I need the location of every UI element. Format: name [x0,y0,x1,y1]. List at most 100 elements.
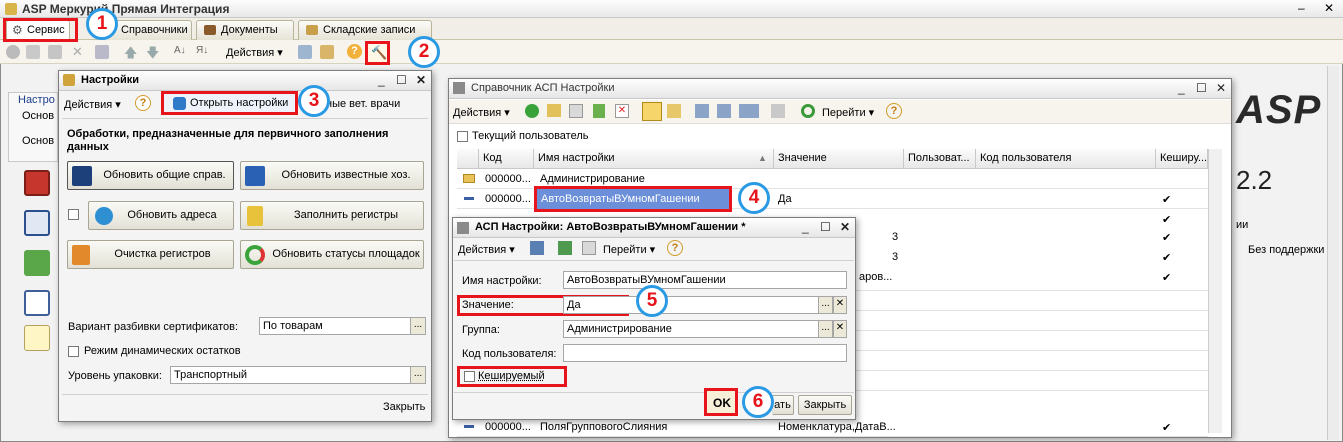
tab-warehouse[interactable]: Складские записи [298,20,432,40]
col-icon[interactable] [457,149,479,169]
selected-setting-name-cell[interactable]: АвтоВозвратыВУмномГашении [534,186,732,212]
cert-split-select-button[interactable]: ... [410,317,426,335]
export-icon[interactable] [320,45,334,59]
update-addresses-checkbox[interactable] [68,209,79,220]
edit-actions-menu[interactable]: Действия ▾ [458,243,515,256]
col-value[interactable]: Значение [774,149,904,169]
edit-close-icon[interactable]: ✕ [840,220,850,234]
main-scrollbar[interactable] [1327,66,1339,440]
edit-maximize-icon[interactable]: ☐ [820,220,831,234]
main-actions-menu[interactable]: Действия ▾ [226,46,283,59]
window-close-icon[interactable]: ✕ [1324,1,1334,15]
current-user-checkbox[interactable] [457,131,468,142]
window-minimize-icon[interactable]: – [1298,1,1305,15]
col-cached[interactable]: Кеширу... [1156,149,1208,169]
add-icon[interactable] [6,45,20,59]
edit-icon[interactable] [48,45,62,59]
dir-filter-icon[interactable] [695,104,709,118]
edit-help-icon[interactable]: ? [667,240,683,256]
dir-copy-icon[interactable] [569,104,583,118]
save-icon[interactable] [95,45,109,59]
clear-registers-button[interactable]: Очистка регистров [67,240,234,269]
vet-tab-label[interactable]: ные вет. врачи [326,98,400,110]
value-field[interactable]: Да [563,296,819,314]
graduation-cap-icon[interactable] [24,325,50,351]
dir-add-icon[interactable] [525,104,539,118]
packaging-field[interactable]: Транспортный [170,366,411,384]
dir-level-up-icon[interactable] [667,104,681,118]
sort-desc-icon[interactable]: Я↓ [196,45,208,56]
delete-icon[interactable]: ✕ [72,44,83,60]
arrow-up-icon[interactable]: 🡅 [124,44,137,66]
import-icon[interactable] [298,45,312,59]
table-grid-line-2 [854,310,1208,311]
clipboard-icon[interactable] [24,210,50,236]
settings-maximize-icon[interactable]: ☐ [396,73,407,87]
fill-registers-button[interactable]: Заполнить регистры [240,201,424,230]
group-field[interactable]: Администрирование [563,320,819,338]
table-grid-line-4 [854,350,1208,351]
col-code[interactable]: Код [479,149,534,169]
edit-goto-menu[interactable]: Перейти ▾ [603,243,655,256]
cached-checkbox[interactable] [464,371,475,382]
puzzle-icon[interactable] [24,250,50,276]
settings-actions-menu[interactable]: Действия ▾ [64,98,121,111]
update-general-button[interactable]: Обновить общие справ. [67,161,234,190]
write-button[interactable]: ать [772,395,794,415]
edit-copy-icon[interactable] [582,241,596,255]
settings-tool-button-highlight[interactable]: 🔨 [365,41,390,65]
sort-asc-icon[interactable]: A↓ [174,45,186,56]
copy-icon[interactable] [26,45,40,59]
col-name[interactable]: Имя настройки [534,149,774,169]
edit-save-icon[interactable] [558,241,572,255]
col-user-code[interactable]: Код пользователя [976,149,1156,169]
settings-help-icon[interactable]: ? [135,95,151,111]
edit-save-close-icon[interactable] [530,241,544,255]
window-list-icon[interactable] [24,290,50,316]
value-select-button[interactable]: ... [818,296,833,314]
table-row[interactable]: 000000... ПоляГрупповогоСлияния Номенкла… [457,417,1208,437]
dir-filter-value-icon[interactable] [717,104,731,118]
arrow-down-icon[interactable]: 🡇 [146,44,159,66]
dir-edit-icon[interactable] [593,104,605,118]
dir-filter-clear-icon[interactable] [771,104,785,118]
row-code: 000000... [485,421,531,433]
cert-split-field[interactable]: По товарам [259,317,411,335]
dir-refresh-icon[interactable] [801,104,815,118]
settings-close-button[interactable]: Закрыть [383,401,425,413]
edit-close-button[interactable]: Закрыть [798,395,852,415]
dir-hierarchy-icon[interactable] [642,102,662,121]
help-icon[interactable]: ? [347,44,362,59]
dir-filter-list-icon[interactable] [739,104,759,118]
update-site-statuses-button[interactable]: Обновить статусы площадок [240,240,424,269]
col-user[interactable]: Пользоват... [904,149,976,169]
group-clear-button[interactable]: ✕ [833,320,847,338]
dynamic-stock-checkbox[interactable] [68,346,79,357]
group-select-button[interactable]: ... [818,320,833,338]
settings-close-icon[interactable]: ✕ [416,73,426,87]
table-scrollbar[interactable] [1208,149,1222,433]
dir-add-folder-icon[interactable] [547,104,561,117]
directory-minimize-icon[interactable]: _ [1178,81,1185,95]
setting-name-field[interactable]: АвтоВозвратыВУмномГашении [563,271,847,289]
user-code-field[interactable] [563,344,847,362]
directory-actions-menu[interactable]: Действия ▾ [453,106,510,119]
settings-minimize-icon[interactable]: _ [378,73,385,87]
update-addresses-button[interactable]: Обновить адреса [88,201,234,230]
briefcase-icon [204,25,216,35]
update-known-button[interactable]: Обновить известные хоз. [240,161,424,190]
directory-maximize-icon[interactable]: ☐ [1196,81,1207,95]
book-icon[interactable] [24,170,50,196]
directory-goto-menu[interactable]: Перейти ▾ [822,106,874,119]
dir-delete-icon[interactable]: ✕ [615,104,629,118]
tab-documents[interactable]: Документы [196,20,294,40]
edit-goto-label: Перейти [603,244,647,256]
table-grid-line-6 [854,390,1208,391]
ok-button[interactable]: OK [704,388,738,416]
value-clear-button[interactable]: ✕ [833,296,847,314]
packaging-select-button[interactable]: ... [410,366,426,384]
dir-help-icon[interactable]: ? [886,103,902,119]
open-settings-button[interactable]: Открыть настройки [161,91,298,115]
edit-minimize-icon[interactable]: _ [802,220,809,234]
directory-close-icon[interactable]: ✕ [1216,81,1226,95]
